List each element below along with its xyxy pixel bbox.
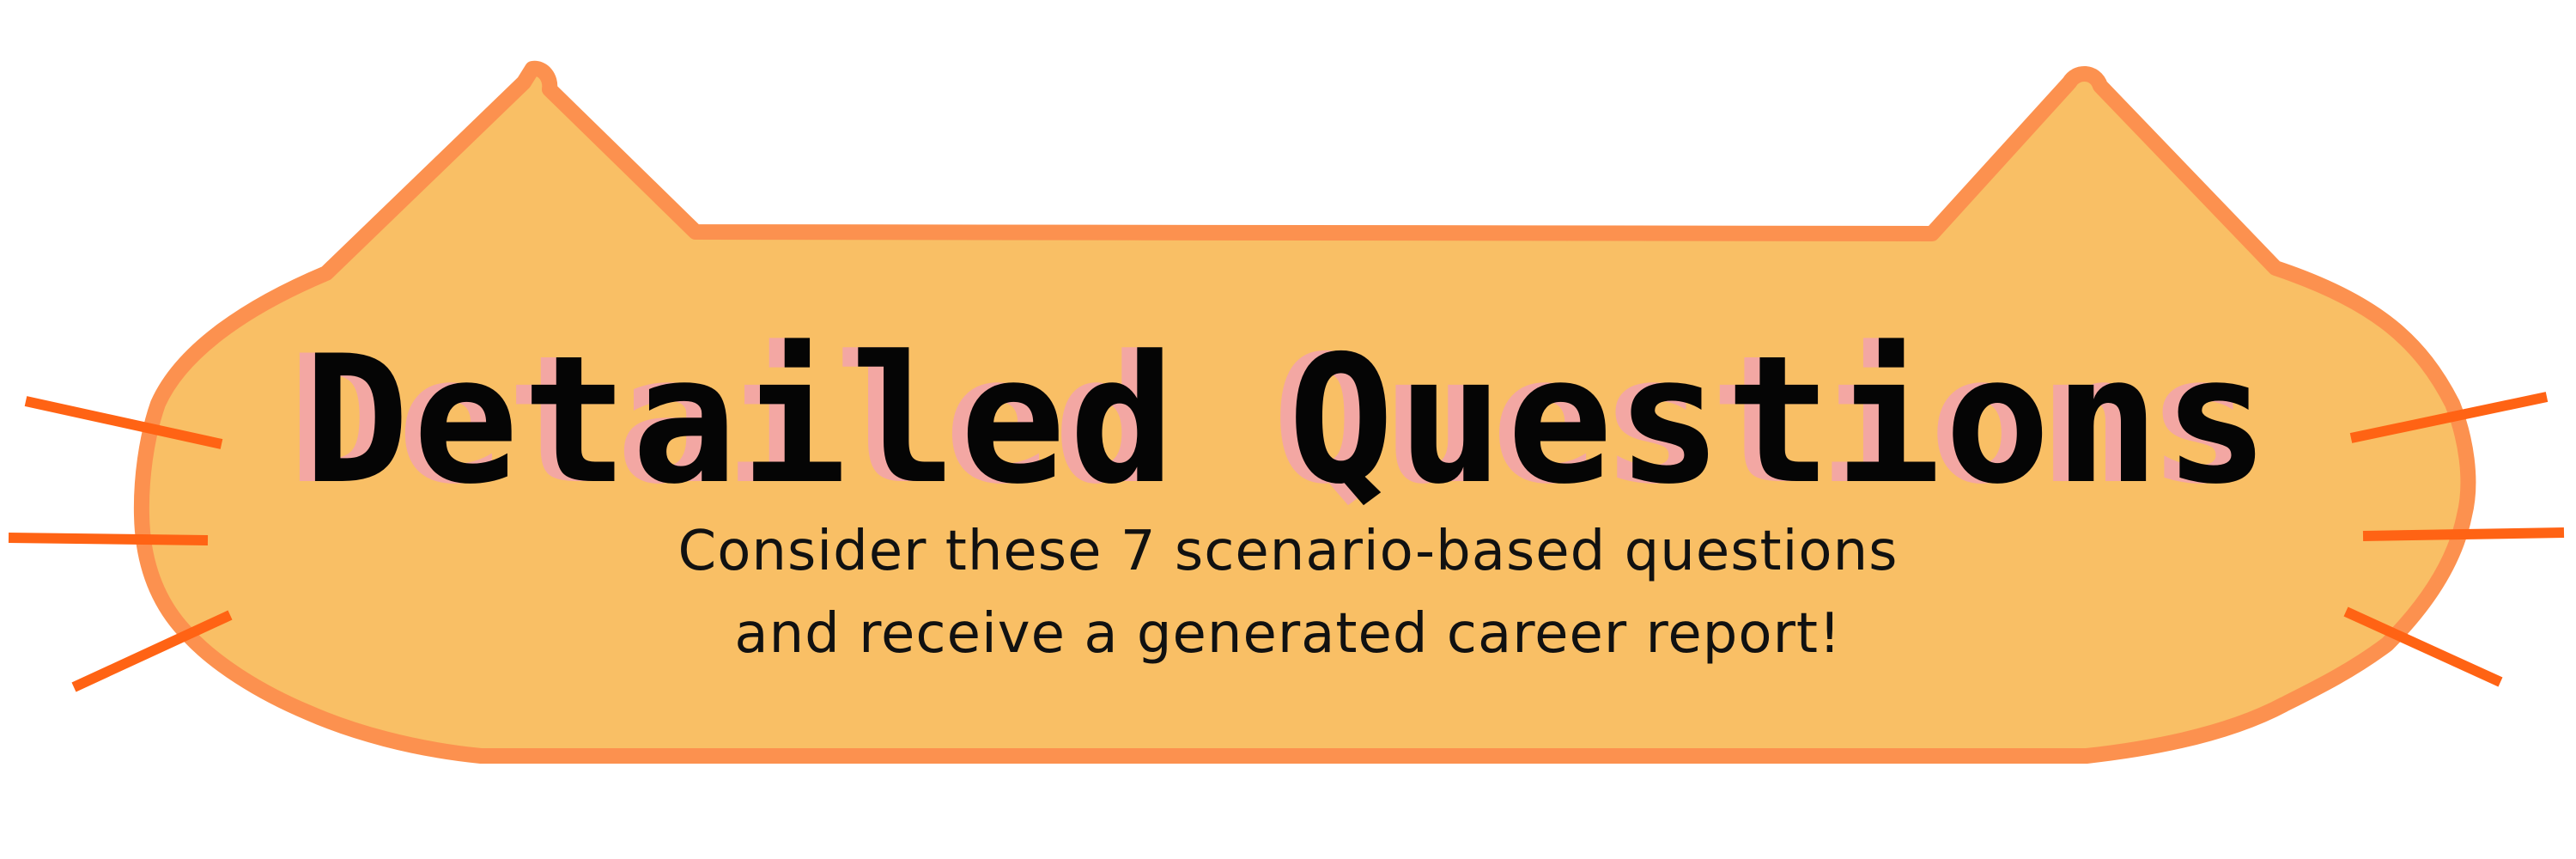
badge-title-text: Detailed Questions [303,319,2273,523]
badge-subtitle-line-1: Consider these 7 scenario-based question… [677,520,1899,583]
badge-title: Detailed Questions Detailed Questions [0,326,2576,515]
badge-subtitle-line-2: and receive a generated career report! [734,602,1842,666]
